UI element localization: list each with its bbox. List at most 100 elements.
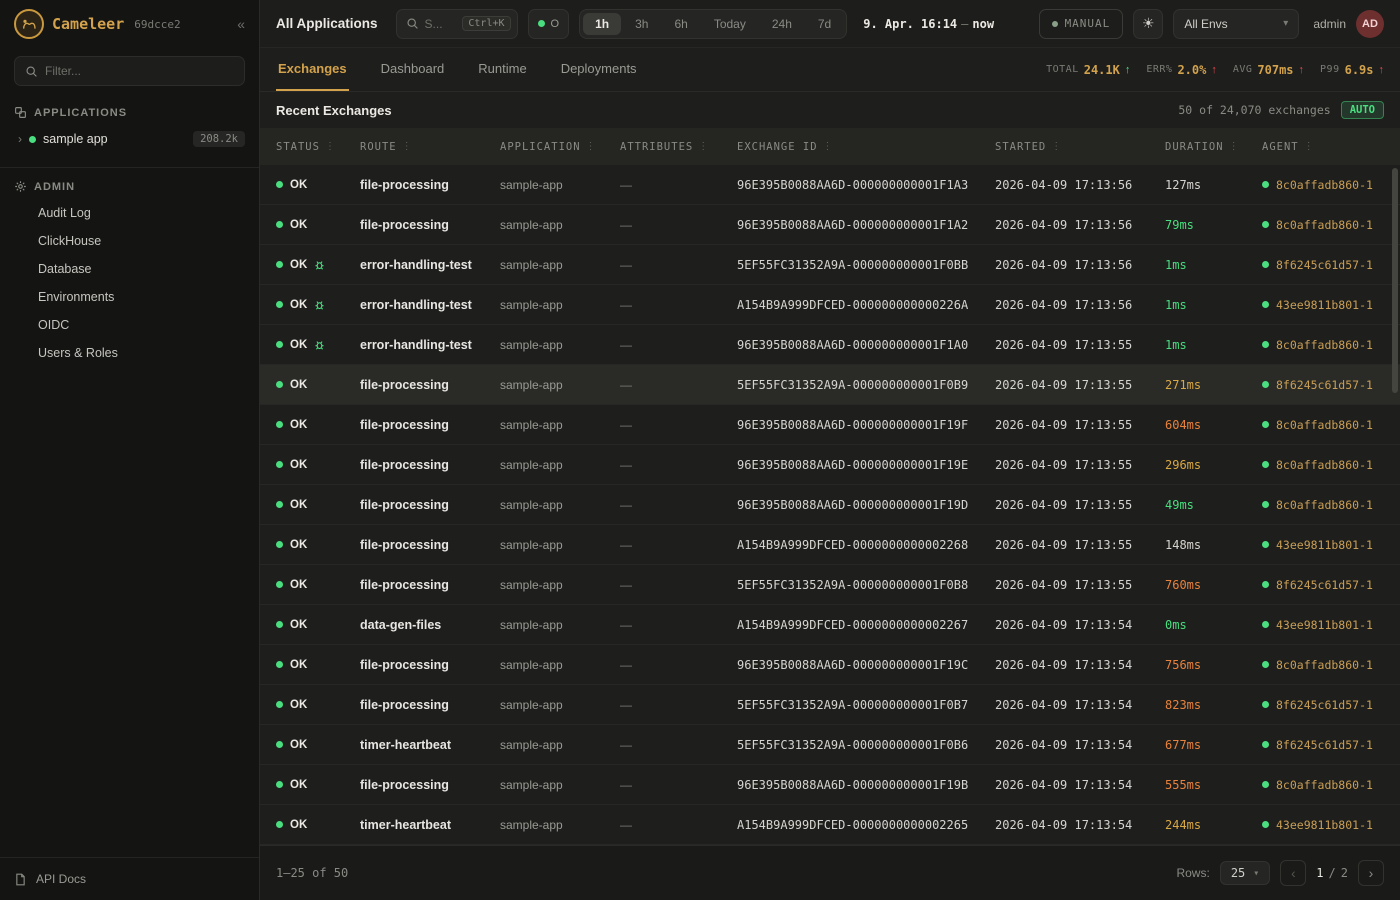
column-header-duration[interactable]: DURATION⋮	[1165, 141, 1262, 153]
table-row[interactable]: OKfile-processingsample-app—5EF55FC31352…	[260, 365, 1400, 405]
next-page-button[interactable]: ›	[1358, 860, 1384, 886]
table-row[interactable]: OKfile-processingsample-app—5EF55FC31352…	[260, 685, 1400, 725]
sort-icon[interactable]: ⋮	[1304, 141, 1315, 152]
table-row[interactable]: OKerror-handling-testsample-app—96E395B0…	[260, 325, 1400, 365]
manual-dot	[1052, 21, 1058, 27]
range-button-today[interactable]: Today	[702, 13, 758, 35]
cell-route: file-processing	[360, 498, 500, 512]
status-ok-dot	[276, 261, 283, 268]
range-button-1h[interactable]: 1h	[583, 13, 621, 35]
cell-status: OK	[276, 619, 360, 631]
table-row[interactable]: OKerror-handling-testsample-app—A154B9A9…	[260, 285, 1400, 325]
api-docs-link[interactable]: API Docs	[0, 857, 259, 900]
table-row[interactable]: OKfile-processingsample-app—96E395B0088A…	[260, 405, 1400, 445]
column-header-status[interactable]: STATUS⋮	[276, 141, 360, 153]
cell-duration: 1ms	[1165, 338, 1262, 352]
rows-per-page-select[interactable]: 25 ▾	[1220, 861, 1270, 885]
sort-icon[interactable]: ⋮	[325, 141, 336, 152]
range-button-7d[interactable]: 7d	[806, 13, 843, 35]
sidebar-item-database[interactable]: Database	[0, 255, 259, 283]
avatar[interactable]: AD	[1356, 10, 1384, 38]
manual-refresh-button[interactable]: MANUAL	[1039, 9, 1124, 39]
column-header-started[interactable]: STARTED⋮	[995, 141, 1165, 153]
sidebar-collapse-icon[interactable]: «	[237, 16, 245, 32]
cell-status: OK	[276, 699, 360, 711]
status-ok-dot	[276, 781, 283, 788]
range-button-24h[interactable]: 24h	[760, 13, 804, 35]
sort-icon[interactable]: ⋮	[698, 141, 709, 152]
global-search[interactable]: S... Ctrl+K	[396, 9, 518, 39]
agent-status-dot	[1262, 261, 1269, 268]
sidebar-filter[interactable]	[14, 56, 245, 86]
online-indicator[interactable]: O	[528, 9, 570, 39]
sidebar-item-sample-app[interactable]: › sample app 208.2k	[0, 125, 259, 153]
column-header-application[interactable]: APPLICATION⋮	[500, 141, 620, 153]
scrollbar[interactable]	[1392, 168, 1398, 393]
table-row[interactable]: OKfile-processingsample-app—A154B9A999DF…	[260, 525, 1400, 565]
cell-duration: 244ms	[1165, 818, 1262, 832]
tab-exchanges[interactable]: Exchanges	[276, 48, 349, 91]
theme-toggle-button[interactable]: ☀	[1133, 9, 1163, 39]
sidebar-item-users-roles[interactable]: Users & Roles	[0, 339, 259, 367]
sort-icon[interactable]: ⋮	[586, 141, 597, 152]
status-ok-dot	[276, 421, 283, 428]
table-row[interactable]: OKfile-processingsample-app—96E395B0088A…	[260, 485, 1400, 525]
sort-icon[interactable]: ⋮	[823, 141, 834, 152]
search-icon	[406, 17, 419, 30]
chevron-right-icon[interactable]: ›	[18, 132, 22, 146]
sidebar-item-oidc[interactable]: OIDC	[0, 311, 259, 339]
agent-status-dot	[1262, 461, 1269, 468]
cell-exchange-id: 5EF55FC31352A9A-000000000001F0B8	[737, 578, 995, 592]
sidebar-item-clickhouse[interactable]: ClickHouse	[0, 227, 259, 255]
tab-dashboard[interactable]: Dashboard	[379, 48, 447, 91]
trend-up-icon: ↑	[1379, 64, 1385, 76]
table-row[interactable]: OKtimer-heartbeatsample-app—5EF55FC31352…	[260, 725, 1400, 765]
table-row[interactable]: OKfile-processingsample-app—96E395B0088A…	[260, 765, 1400, 805]
table-row[interactable]: OKfile-processingsample-app—96E395B0088A…	[260, 205, 1400, 245]
cell-route: file-processing	[360, 418, 500, 432]
auto-refresh-badge[interactable]: AUTO	[1341, 101, 1384, 119]
cell-attributes: —	[620, 458, 737, 472]
cell-exchange-id: A154B9A999DFCED-000000000000226A	[737, 298, 995, 312]
column-header-exchange-id[interactable]: EXCHANGE ID⋮	[737, 141, 995, 153]
search-placeholder-text: S...	[425, 17, 457, 31]
sidebar-item-audit-log[interactable]: Audit Log	[0, 199, 259, 227]
user-name: admin	[1313, 17, 1346, 31]
applications-section: APPLICATIONS › sample app 208.2k	[0, 98, 259, 153]
cell-status: OK	[276, 339, 360, 351]
table-row[interactable]: OKfile-processingsample-app—96E395B0088A…	[260, 445, 1400, 485]
trend-up-icon: ↑	[1299, 64, 1305, 76]
column-header-attributes[interactable]: ATTRIBUTES⋮	[620, 141, 737, 153]
sort-icon[interactable]: ⋮	[1051, 141, 1062, 152]
cell-exchange-id: 96E395B0088AA6D-000000000001F19B	[737, 778, 995, 792]
tab-deployments[interactable]: Deployments	[559, 48, 639, 91]
sort-icon[interactable]: ⋮	[1229, 141, 1240, 152]
table-row[interactable]: OKdata-gen-filessample-app—A154B9A999DFC…	[260, 605, 1400, 645]
cell-application: sample-app	[500, 618, 620, 632]
cell-application: sample-app	[500, 218, 620, 232]
column-header-agent[interactable]: AGENT⋮	[1262, 141, 1400, 153]
table-row[interactable]: OKfile-processingsample-app—96E395B0088A…	[260, 165, 1400, 205]
cell-duration: 271ms	[1165, 378, 1262, 392]
sort-icon[interactable]: ⋮	[402, 141, 413, 152]
cell-exchange-id: 96E395B0088AA6D-000000000001F19F	[737, 418, 995, 432]
table-row[interactable]: OKfile-processingsample-app—5EF55FC31352…	[260, 565, 1400, 605]
cell-started: 2026-04-09 17:13:54	[995, 778, 1165, 792]
sidebar-item-environments[interactable]: Environments	[0, 283, 259, 311]
date-range[interactable]: 9. Apr. 16:14–now	[863, 17, 994, 31]
time-range-group: 1h3h6hToday24h7d	[579, 9, 847, 39]
agent-status-dot	[1262, 541, 1269, 548]
sidebar: Cameleer 69dcce2 « APPLICATIONS › sample…	[0, 0, 260, 900]
agent-status-dot	[1262, 701, 1269, 708]
table-row[interactable]: OKerror-handling-testsample-app—5EF55FC3…	[260, 245, 1400, 285]
filter-input[interactable]	[45, 64, 234, 78]
table-header-row: STATUS⋮ROUTE⋮APPLICATION⋮ATTRIBUTES⋮EXCH…	[260, 128, 1400, 165]
table-row[interactable]: OKfile-processingsample-app—96E395B0088A…	[260, 645, 1400, 685]
range-button-3h[interactable]: 3h	[623, 13, 660, 35]
tab-runtime[interactable]: Runtime	[476, 48, 528, 91]
table-row[interactable]: OKtimer-heartbeatsample-app—A154B9A999DF…	[260, 805, 1400, 845]
env-select[interactable]: All Envs ▾	[1173, 9, 1299, 39]
column-header-route[interactable]: ROUTE⋮	[360, 141, 500, 153]
prev-page-button[interactable]: ‹	[1280, 860, 1306, 886]
range-button-6h[interactable]: 6h	[662, 13, 699, 35]
